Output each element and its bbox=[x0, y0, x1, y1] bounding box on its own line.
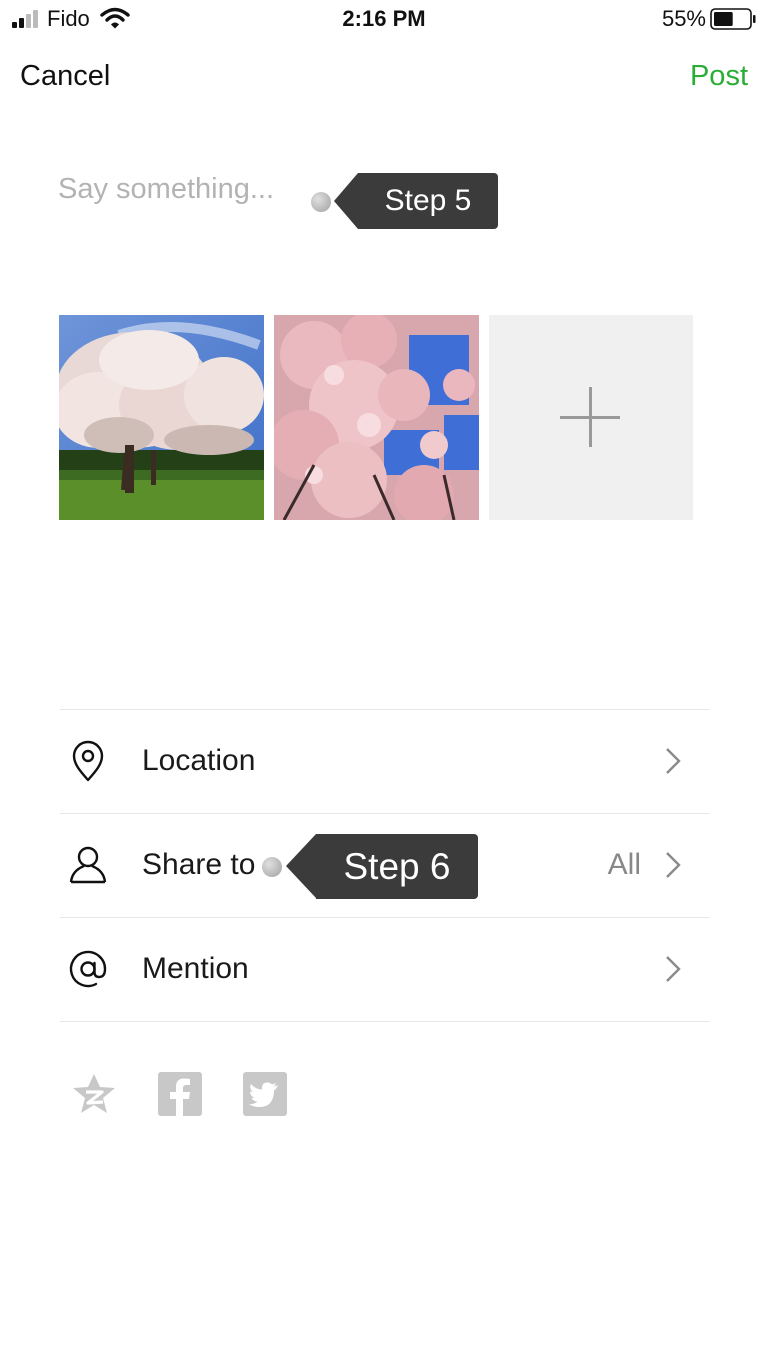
cherry-blossom-tree-photo bbox=[59, 315, 264, 520]
add-photo-button[interactable] bbox=[489, 315, 693, 520]
mention-row[interactable]: Mention bbox=[60, 917, 709, 1022]
cherry-blossom-closeup-photo bbox=[274, 315, 479, 520]
share-to-label: Share to bbox=[142, 848, 256, 881]
share-to-value: All bbox=[607, 848, 641, 881]
chevron-right-icon bbox=[666, 956, 681, 982]
person-icon bbox=[69, 846, 107, 884]
post-button[interactable]: Post bbox=[690, 60, 748, 93]
say-something-input[interactable] bbox=[58, 165, 318, 213]
clock: 2:16 PM bbox=[342, 6, 426, 31]
location-label: Location bbox=[142, 744, 256, 777]
tooltip-marker-dot bbox=[262, 857, 282, 877]
twitter-icon[interactable] bbox=[243, 1072, 287, 1116]
tooltip-label: Step 6 bbox=[343, 845, 451, 887]
at-sign-icon bbox=[69, 950, 107, 988]
mention-label: Mention bbox=[142, 952, 249, 985]
facebook-icon[interactable] bbox=[158, 1072, 202, 1116]
tooltip-marker-dot bbox=[311, 192, 331, 212]
cancel-button[interactable]: Cancel bbox=[20, 60, 110, 93]
battery-percent: 55% bbox=[661, 6, 706, 31]
step-5-tooltip: Step 5 bbox=[334, 173, 498, 229]
location-pin-icon bbox=[72, 740, 104, 782]
photo-thumbnail[interactable] bbox=[59, 315, 264, 520]
chevron-right-icon bbox=[666, 748, 681, 774]
tooltip-label: Step 5 bbox=[384, 184, 472, 217]
location-row[interactable]: Location bbox=[60, 709, 709, 813]
status-bar: Fido 2:16 PM 55% bbox=[0, 0, 768, 40]
chevron-right-icon bbox=[666, 852, 681, 878]
photo-thumbnail[interactable] bbox=[274, 315, 479, 520]
qzone-icon[interactable] bbox=[72, 1072, 116, 1116]
battery-icon bbox=[710, 8, 756, 30]
step-6-tooltip: Step 6 bbox=[286, 834, 478, 899]
